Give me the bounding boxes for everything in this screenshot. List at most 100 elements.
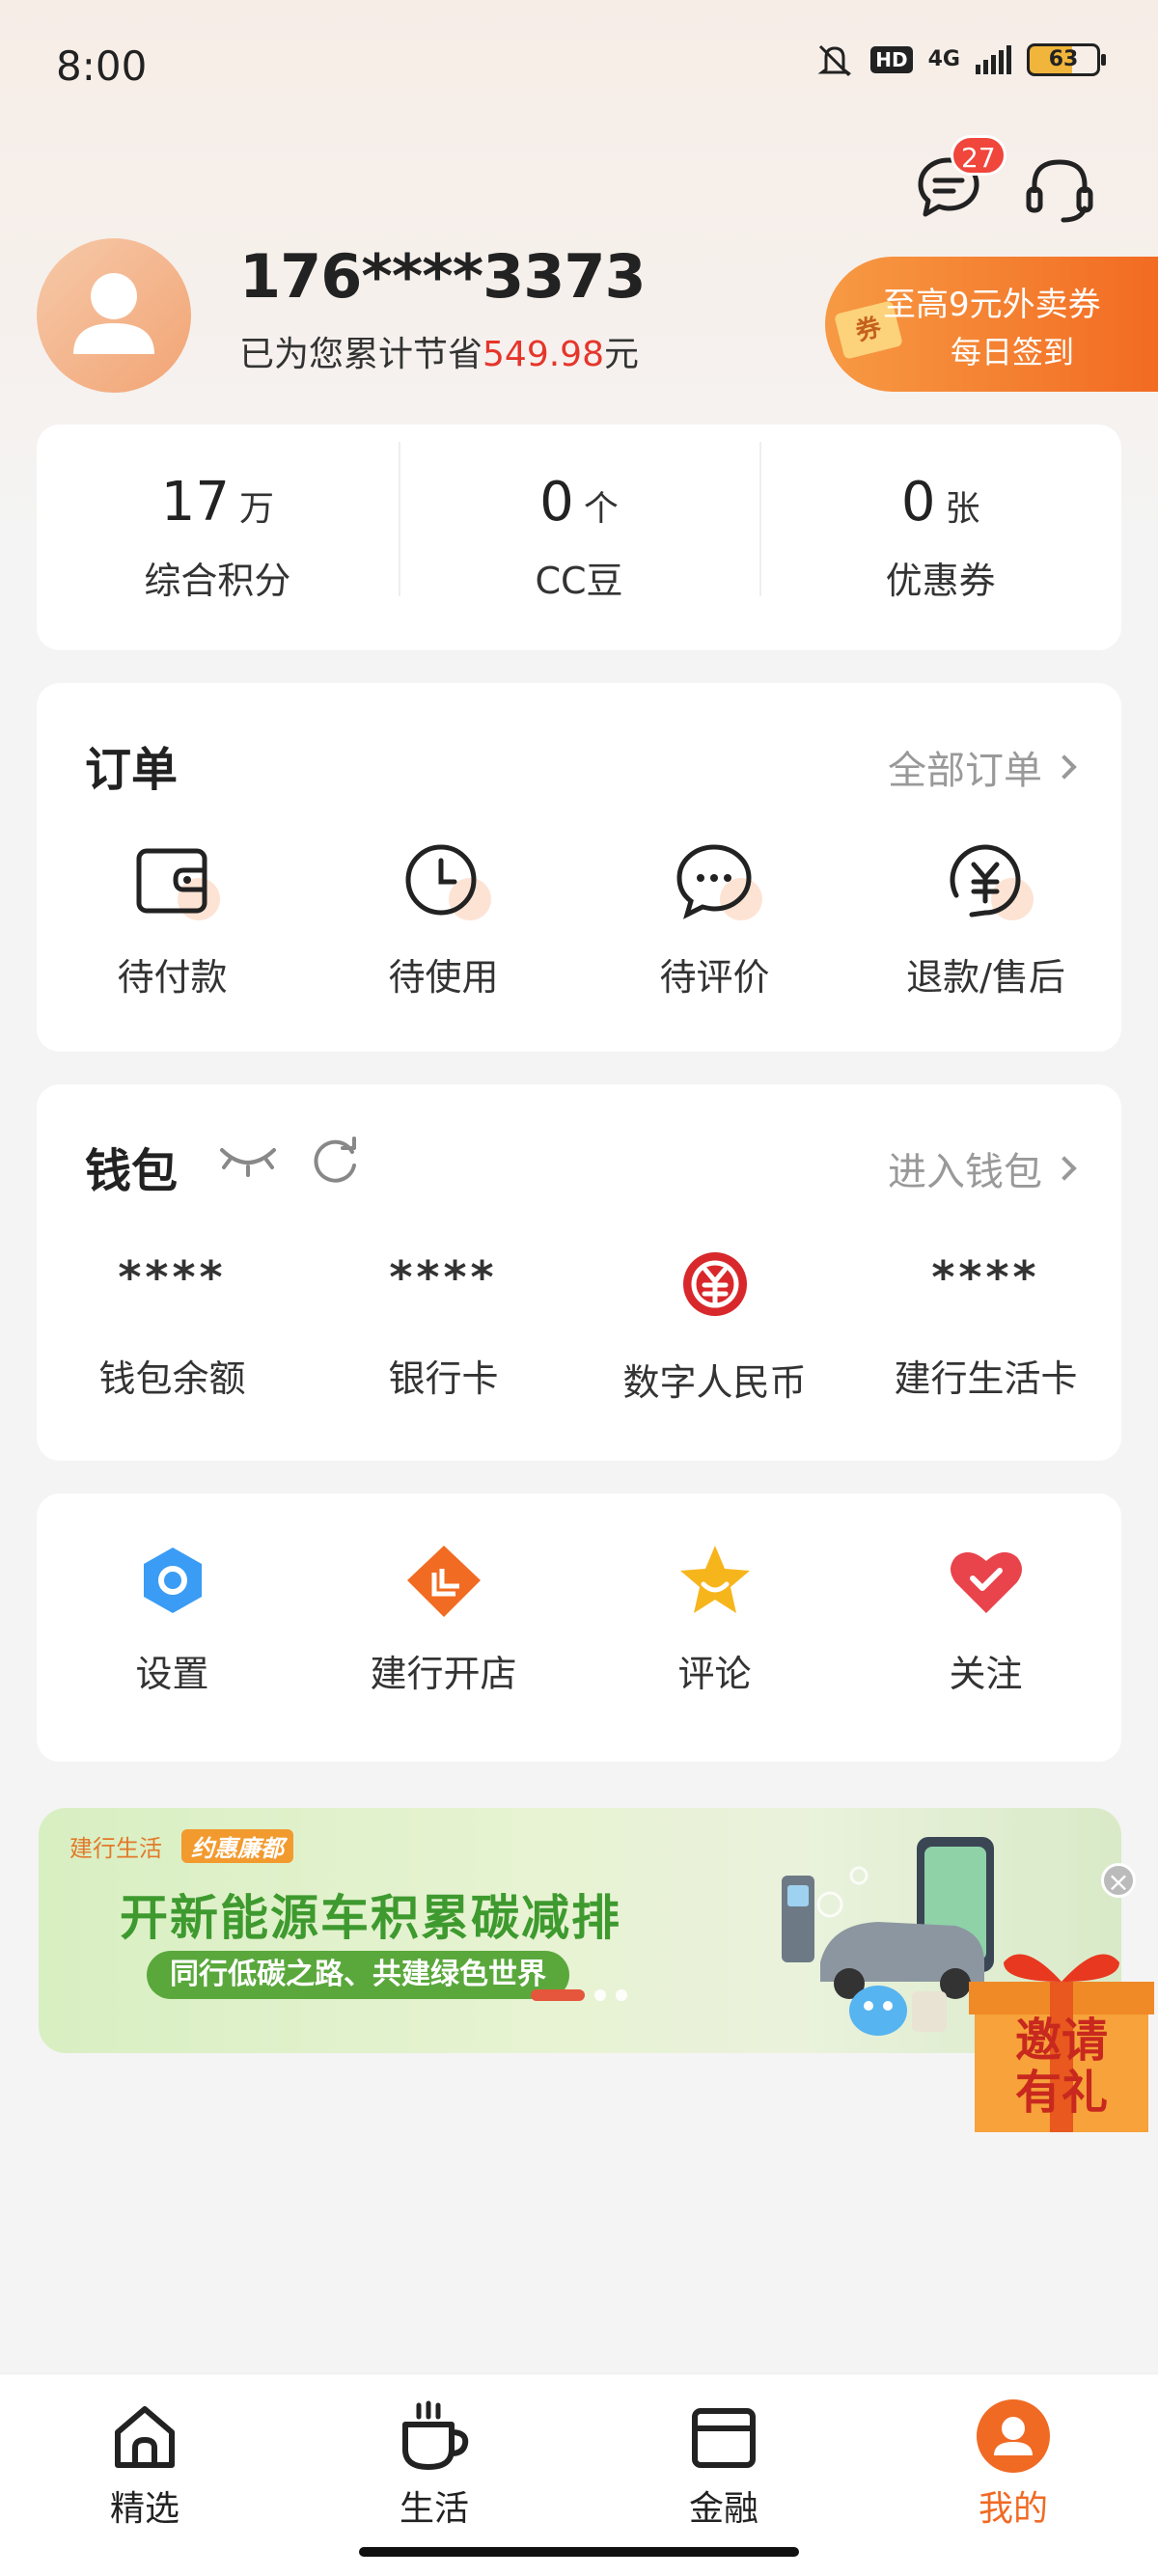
status-time: 8:00 [56, 42, 148, 90]
wallet-value: **** [118, 1251, 227, 1303]
stat-cc-beans[interactable]: 0个 CC豆 [398, 442, 760, 604]
all-orders-link[interactable]: 全部订单 [888, 739, 1077, 795]
order-label: 待付款 [117, 956, 228, 999]
stat-coupons[interactable]: 0张 优惠券 [759, 442, 1121, 604]
status-bar: 8:00 HD 4G 63 [0, 0, 1158, 135]
enter-wallet-link[interactable]: 进入钱包 [888, 1140, 1077, 1196]
banner-subtitle: 同行低碳之路、共建绿色世界 [147, 1951, 569, 1999]
message-badge: 27 [951, 135, 1006, 176]
banner-brand-event: 约惠廉都 [181, 1829, 293, 1863]
tool-settings[interactable]: 设置 [37, 1540, 308, 1697]
digital-rmb-icon [682, 1252, 747, 1316]
banner-dot [616, 1989, 627, 2001]
stat-value: 0 [539, 471, 574, 534]
order-status-row: 待付款 待使用 待评价 退款/售后 [37, 837, 1121, 1000]
tool-label: 建行开店 [370, 1653, 517, 1695]
invite-text-line1: 邀请 [1014, 2014, 1108, 2068]
order-to-use[interactable]: 待使用 [308, 837, 579, 1000]
wallet-label: 数字人民币 [622, 1361, 807, 1404]
nav-finance[interactable]: 金融 [627, 2398, 820, 2531]
stat-unit: 张 [945, 489, 980, 529]
invite-text: 邀请 有礼 [965, 2014, 1158, 2119]
wallet-label: 钱包余额 [98, 1357, 246, 1400]
eye-closed-icon[interactable] [216, 1138, 280, 1183]
stat-label: 优惠券 [885, 560, 996, 602]
tool-label: 设置 [135, 1653, 209, 1695]
network-4g-icon: 4G [927, 47, 960, 71]
daily-checkin-banner[interactable]: 券 至高9元外卖券 每日签到 [825, 257, 1158, 392]
wallet-label: 银行卡 [388, 1357, 499, 1400]
stat-value: 0 [900, 471, 936, 534]
home-indicator[interactable] [359, 2547, 799, 2557]
hd-icon: HD [870, 46, 913, 73]
refresh-icon[interactable] [310, 1135, 362, 1187]
order-to-review[interactable]: 待评价 [579, 837, 850, 1000]
banner-brands: 建行生活 约惠廉都 [69, 1829, 293, 1863]
stat-unit: 个 [583, 489, 619, 529]
savings-text: 已为您累计节省549.98元 [239, 326, 639, 376]
tools-card: 设置 建行开店 评论 关注 [37, 1494, 1121, 1762]
card-icon [692, 2408, 756, 2468]
order-label: 退款/售后 [906, 956, 1065, 999]
order-label: 待评价 [659, 956, 770, 999]
banner-close-button[interactable]: × [1101, 1863, 1136, 1898]
tools-row: 设置 建行开店 评论 关注 [37, 1540, 1121, 1697]
bottom-nav: 精选 生活 金融 我的 [0, 2373, 1158, 2576]
banner-pagination [531, 1989, 627, 2001]
nav-label: 金融 [688, 2489, 758, 2529]
status-icons: HD 4G 63 [814, 42, 1106, 77]
order-pending-payment[interactable]: 待付款 [37, 837, 308, 1000]
tool-open-shop[interactable]: 建行开店 [308, 1540, 579, 1697]
tool-label: 关注 [949, 1653, 1023, 1695]
invite-text-line2: 有礼 [1014, 2066, 1108, 2120]
stat-label: 综合积分 [144, 560, 291, 602]
wallet-label: 建行生活卡 [894, 1357, 1078, 1400]
orders-card: 订单 全部订单 待付款 待使用 待评价 退款/售后 [37, 683, 1121, 1052]
nav-label: 生活 [399, 2489, 469, 2529]
signal-icon [976, 45, 1011, 74]
avatar-person-icon [73, 273, 154, 354]
banner-dot [594, 1989, 606, 2001]
heart-icon [950, 1551, 1022, 1613]
profile-icon [977, 2399, 1050, 2473]
tool-follow[interactable]: 关注 [850, 1540, 1121, 1697]
banner-dot-active [531, 1989, 585, 2001]
nav-mine[interactable]: 我的 [917, 2398, 1110, 2531]
wallet-title: 钱包 [85, 1144, 179, 1198]
star-icon [679, 1546, 750, 1613]
shop-icon [406, 1546, 481, 1617]
nav-featured[interactable]: 精选 [48, 2398, 241, 2531]
stat-points[interactable]: 17 万 综合积分 [37, 471, 399, 604]
avatar[interactable] [37, 238, 191, 393]
wallet-bank-card[interactable]: **** 银行卡 [308, 1248, 579, 1406]
order-refund[interactable]: 退款/售后 [850, 837, 1121, 1000]
order-label: 待使用 [388, 956, 499, 999]
banner-brand-ccb: 建行生活 [69, 1835, 162, 1862]
invite-gift-widget[interactable]: 邀请 有礼 [965, 1939, 1158, 2132]
savings-prefix: 已为您累计节省 [239, 335, 483, 374]
wallet-digital-rmb[interactable]: 数字人民币 [579, 1248, 850, 1406]
orders-title: 订单 [85, 743, 179, 797]
user-phone: 176****3373 [239, 241, 647, 312]
enter-wallet-label: 进入钱包 [888, 1150, 1042, 1194]
assets-summary-card: 17 万 综合积分 0个 CC豆 0张 优惠券 [37, 425, 1121, 650]
all-orders-label: 全部订单 [888, 749, 1042, 793]
wallet-balance[interactable]: **** 钱包余额 [37, 1248, 308, 1406]
banner-title: 开新能源车积累碳减排 [120, 1890, 621, 1946]
mute-icon [817, 44, 852, 77]
stat-label: CC豆 [535, 560, 623, 602]
savings-amount: 549.98 [482, 335, 604, 374]
promo-subtitle: 每日签到 [951, 334, 1075, 370]
home-icon [115, 2406, 175, 2468]
chevron-right-icon [1052, 754, 1077, 780]
tool-reviews[interactable]: 评论 [579, 1540, 850, 1697]
wallet-value: **** [931, 1251, 1040, 1303]
headset-icon[interactable] [1021, 154, 1098, 224]
wallet-ccb-card[interactable]: **** 建行生活卡 [850, 1248, 1121, 1406]
comment-icon [676, 844, 752, 919]
battery-icon: 63 [1027, 43, 1106, 76]
promo-banner[interactable]: 建行生活 约惠廉都 开新能源车积累碳减排 同行低碳之路、共建绿色世界 [39, 1808, 1121, 2053]
cup-icon [402, 2400, 469, 2470]
stat-value: 17 [160, 471, 230, 534]
nav-life[interactable]: 生活 [338, 2398, 531, 2531]
